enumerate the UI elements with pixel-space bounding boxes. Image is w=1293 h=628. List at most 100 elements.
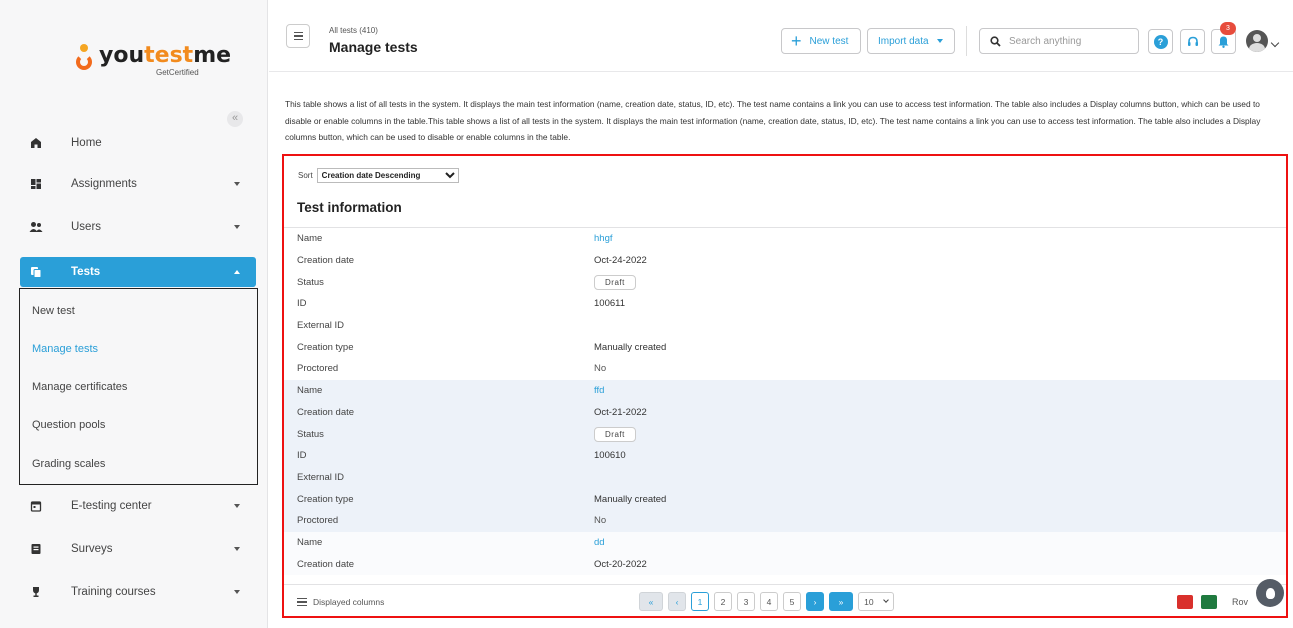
page-button-2[interactable]: 2	[714, 592, 732, 611]
sidebar-item-label: Training courses	[71, 586, 156, 598]
page-size-select[interactable]: 10	[858, 592, 894, 611]
headset-icon	[1187, 36, 1198, 46]
table-row: ID 100611	[284, 293, 1286, 315]
calendar-icon	[29, 499, 43, 513]
submenu-item-manage-tests[interactable]: Manage tests	[32, 343, 98, 355]
hamburger-menu-button[interactable]	[286, 24, 310, 48]
test-name-link[interactable]: dd	[594, 537, 605, 548]
chevron-down-icon[interactable]	[1270, 38, 1280, 48]
import-data-button[interactable]: Import data	[867, 28, 955, 54]
displayed-columns-label: Displayed columns	[313, 597, 385, 607]
app-logo[interactable]: youtestme GetCertified	[74, 43, 232, 77]
test-name-link[interactable]: hhgf	[594, 233, 613, 244]
displayed-columns-button[interactable]: Displayed columns	[297, 597, 384, 607]
logo-icon	[74, 44, 94, 70]
table-row: Status Draft	[284, 423, 1286, 445]
collapse-sidebar-button[interactable]: «	[227, 111, 243, 127]
table-row: Proctored No	[284, 509, 1286, 532]
support-button[interactable]	[1180, 29, 1205, 54]
help-chat-button[interactable]	[1256, 579, 1284, 607]
sidebar-item-label: Surveys	[71, 543, 113, 555]
creation-date-value: Oct-24-2022	[594, 255, 647, 267]
sidebar-item-assignments[interactable]: Assignments	[20, 169, 256, 199]
table-row: Creation date Oct-21-2022	[284, 401, 1286, 424]
divider	[966, 26, 967, 56]
submenu-item-grading-scales[interactable]: Grading scales	[32, 458, 105, 470]
section-title: Test information	[297, 200, 402, 215]
table-row: Creation date Oct-24-2022	[284, 250, 1286, 272]
field-label: Creation date	[297, 255, 355, 267]
proctored-value: No	[594, 515, 607, 527]
field-label: ID	[297, 450, 307, 462]
export-pdf-icon[interactable]	[1177, 595, 1193, 609]
logo-text: youtestme	[99, 43, 232, 68]
sidebar-item-training-courses[interactable]: Training courses	[20, 577, 256, 607]
creation-type-value: Manually created	[594, 493, 667, 505]
field-label: Proctored	[297, 363, 339, 375]
chevron-down-icon	[234, 590, 240, 594]
search-icon	[990, 35, 1001, 47]
table-row: Creation date Oct-20-2022	[284, 553, 1286, 575]
chevron-down-icon	[883, 597, 889, 603]
field-label: Status	[297, 276, 324, 288]
table-row: Status Draft	[284, 271, 1286, 293]
field-label: Creation type	[297, 493, 354, 505]
status-badge: Draft	[594, 426, 636, 442]
sidebar-item-tests[interactable]: Tests	[20, 257, 256, 287]
id-value: 100610	[594, 450, 626, 462]
logo-subtitle: GetCertified	[156, 68, 199, 77]
submenu-item-new-test[interactable]: New test	[32, 305, 75, 317]
page-title: Manage tests	[329, 39, 418, 55]
search-box[interactable]	[979, 28, 1139, 54]
new-test-label: New test	[809, 35, 849, 47]
sidebar-item-e-testing-center[interactable]: E-testing center	[20, 491, 256, 521]
sidebar-item-label: Tests	[71, 266, 101, 278]
chevron-down-icon	[234, 547, 240, 551]
chevron-down-icon	[234, 504, 240, 508]
lightbulb-icon	[1265, 587, 1275, 599]
avatar[interactable]	[1246, 30, 1268, 52]
first-page-button[interactable]: «	[639, 592, 663, 611]
new-test-button[interactable]: + New test	[781, 28, 861, 54]
table-row: Proctored No	[284, 358, 1286, 380]
field-label: External ID	[297, 320, 344, 332]
page-description: This table shows a list of all tests in …	[285, 99, 1261, 142]
users-icon	[29, 220, 43, 234]
table-footer: Displayed columns « ‹ 1 2 3 4 5 › » 10 R…	[284, 584, 1286, 616]
page-button-1[interactable]: 1	[691, 592, 709, 611]
sidebar-item-label: Users	[71, 221, 102, 233]
creation-date-value: Oct-21-2022	[594, 406, 647, 418]
chevron-down-icon	[234, 182, 240, 186]
sidebar-item-home[interactable]: Home	[20, 128, 256, 158]
prev-page-button[interactable]: ‹	[668, 592, 686, 611]
top-header: All tests (410) Manage tests + New test …	[269, 0, 1293, 72]
creation-type-value: Manually created	[594, 341, 667, 353]
test-name-link[interactable]: ffd	[594, 385, 604, 396]
page-button-4[interactable]: 4	[760, 592, 778, 611]
breadcrumb: All tests (410)	[329, 26, 378, 35]
tests-table-panel: Sort Creation date Descending Test infor…	[282, 154, 1288, 618]
sort-select[interactable]: Creation date Descending	[316, 168, 459, 183]
page-button-3[interactable]: 3	[737, 592, 755, 611]
import-data-label: Import data	[878, 35, 929, 47]
status-badge: Draft	[594, 274, 636, 290]
sidebar-item-users[interactable]: Users	[20, 212, 256, 242]
last-page-button[interactable]: »	[829, 592, 853, 611]
home-icon	[29, 136, 43, 150]
field-label: Creation type	[297, 341, 354, 353]
page-button-5[interactable]: 5	[783, 592, 801, 611]
help-button[interactable]: ?	[1148, 29, 1173, 54]
field-label: ID	[297, 298, 307, 310]
field-label: External ID	[297, 471, 344, 483]
pagination: « ‹ 1 2 3 4 5 › » 10	[639, 592, 894, 611]
table-row: Creation type Manually created	[284, 336, 1286, 358]
submenu-item-manage-certificates[interactable]: Manage certificates	[32, 381, 127, 393]
rows-label: Rov	[1232, 597, 1249, 607]
export-excel-icon[interactable]	[1201, 595, 1217, 609]
next-page-button[interactable]: ›	[806, 592, 824, 611]
search-input[interactable]	[1009, 35, 1129, 47]
sort-label: Sort	[298, 171, 313, 180]
field-label: Status	[297, 428, 324, 440]
submenu-item-question-pools[interactable]: Question pools	[32, 419, 105, 431]
sidebar-item-surveys[interactable]: Surveys	[20, 534, 256, 564]
